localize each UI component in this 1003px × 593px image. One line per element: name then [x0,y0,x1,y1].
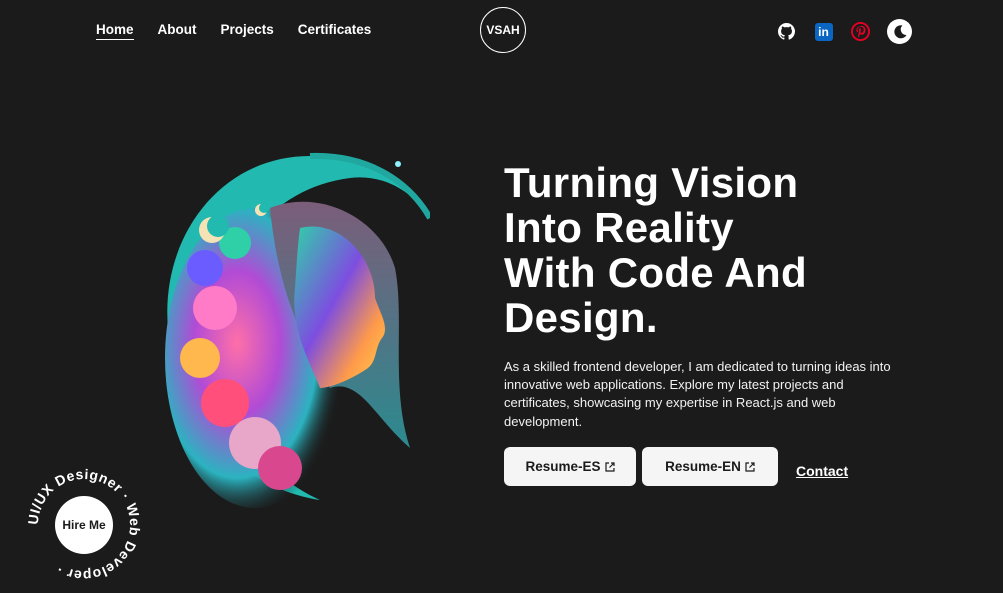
headline-line-4: Design. [504,294,658,341]
moon-icon[interactable] [887,19,912,44]
github-icon[interactable] [776,21,797,42]
resume-en-label: Resume-EN [665,459,741,474]
headline-line-3: With Code And [504,249,807,296]
pinterest-icon[interactable] [850,21,871,42]
profile-portrait-illustration [165,152,430,508]
external-link-icon [604,461,615,472]
hero-headline: Turning Vision Into Reality With Code An… [504,160,924,340]
headline-line-2: Into Reality [504,204,734,251]
headline-line-1: Turning Vision [504,159,799,206]
linkedin-glyph: in [814,22,833,41]
hero-intro: As a skilled frontend developer, I am de… [504,359,891,429]
hire-me-badge: UI/UX Designer · Web Developer · Hire Me [27,468,141,582]
hire-me-button[interactable]: Hire Me [55,496,113,554]
site-header: Home About Projects Certificates VSAH in [0,0,1003,62]
nav-link-about[interactable]: About [158,22,197,40]
nav-link-home[interactable]: Home [96,22,134,40]
resume-es-button[interactable]: Resume-ES [504,447,636,486]
linkedin-icon[interactable]: in [813,21,834,42]
external-link-icon [745,461,755,472]
social-links: in [776,19,912,44]
main-nav: Home About Projects Certificates [96,22,371,40]
site-logo[interactable]: VSAH [480,7,526,53]
contact-link[interactable]: Contact [796,463,848,479]
nav-link-projects[interactable]: Projects [221,22,274,40]
resume-en-button[interactable]: Resume-EN [642,447,778,486]
resume-es-label: Resume-ES [525,459,601,474]
nav-link-certificates[interactable]: Certificates [298,22,372,40]
